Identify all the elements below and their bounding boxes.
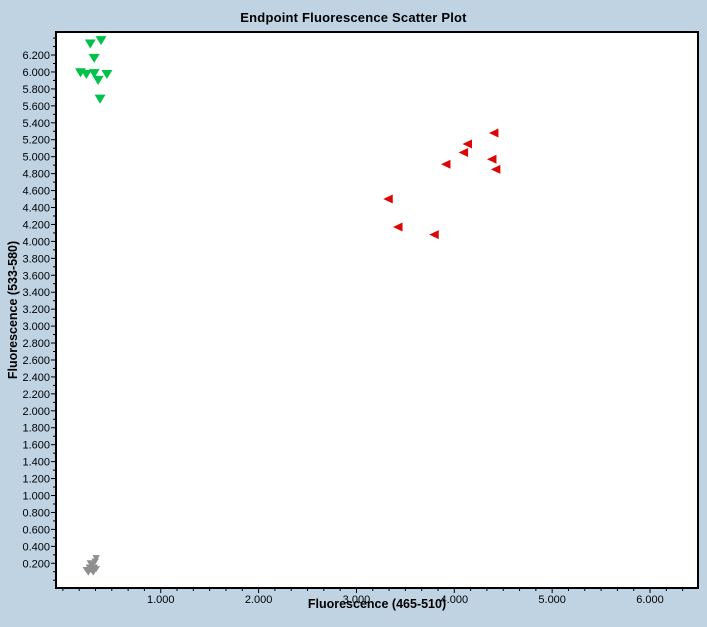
x-axis-title: Fluorescence (465-510) bbox=[307, 597, 447, 611]
y-tick-label: 4.200 bbox=[22, 219, 50, 231]
y-tick-label: 4.600 bbox=[22, 186, 50, 198]
y-tick-label: 4.400 bbox=[22, 203, 50, 215]
y-tick-label: 2.200 bbox=[22, 389, 50, 401]
y-tick-label: 3.400 bbox=[22, 287, 50, 299]
y-tick-label: 6.200 bbox=[22, 50, 50, 62]
y-tick-label: 1.800 bbox=[22, 423, 50, 435]
y-tick-label: 3.600 bbox=[22, 270, 50, 282]
y-tick-label: 1.400 bbox=[22, 457, 50, 469]
y-tick-label: 3.000 bbox=[22, 321, 50, 333]
y-tick-label: 4.800 bbox=[22, 169, 50, 181]
y-tick-label: 5.200 bbox=[22, 135, 50, 147]
y-tick-label: 3.800 bbox=[22, 253, 50, 265]
y-tick-label: 3.200 bbox=[22, 304, 50, 316]
y-tick-label: 1.600 bbox=[22, 440, 50, 452]
y-tick-label: 5.000 bbox=[22, 152, 50, 164]
y-tick-label: 0.400 bbox=[22, 541, 50, 553]
y-tick-label: 2.000 bbox=[22, 406, 50, 418]
y-tick-label: 5.600 bbox=[22, 101, 50, 113]
y-tick-label: 2.600 bbox=[22, 355, 50, 367]
y-tick-label: 4.000 bbox=[22, 236, 50, 248]
y-tick-label: 1.000 bbox=[22, 491, 50, 503]
y-tick-label: 0.200 bbox=[22, 558, 50, 570]
y-tick-label: 1.200 bbox=[22, 474, 50, 486]
y-tick-label: 0.800 bbox=[22, 507, 50, 519]
y-tick-label: 5.800 bbox=[22, 84, 50, 96]
y-tick-label: 6.000 bbox=[22, 67, 50, 79]
scatter-plot-window: Endpoint Fluorescence Scatter Plot Fluor… bbox=[0, 0, 707, 627]
y-tick-label: 0.600 bbox=[22, 524, 50, 536]
y-tick-label: 2.400 bbox=[22, 372, 50, 384]
y-tick-label: 5.400 bbox=[22, 118, 50, 130]
plot-frame bbox=[55, 31, 699, 589]
y-tick-label: 2.800 bbox=[22, 338, 50, 350]
plot-area[interactable]: 0.200 0.400 0.600 0.800 1.000 1.200 1.400 1.600… bbox=[0, 0, 707, 627]
